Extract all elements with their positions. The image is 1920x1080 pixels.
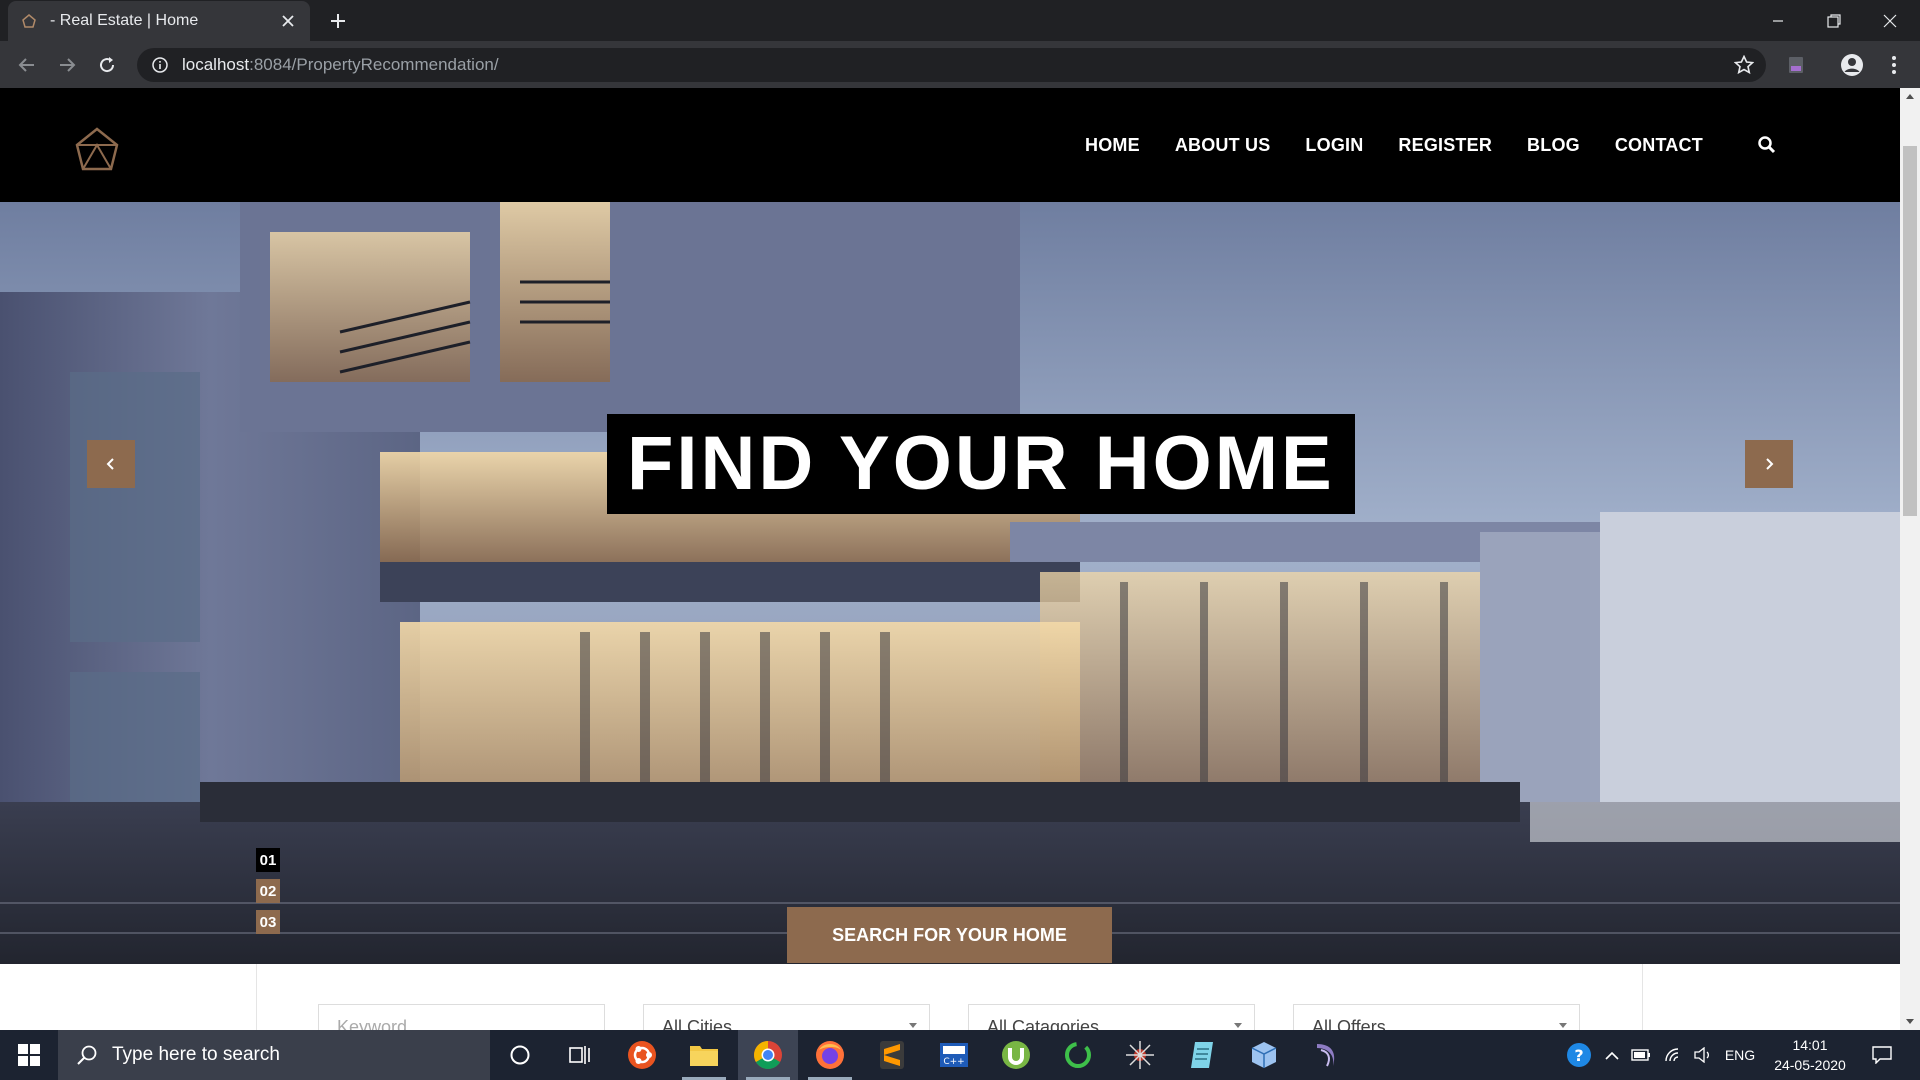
notifications-icon[interactable]: [1862, 1030, 1902, 1080]
home-favicon-icon: [20, 12, 38, 30]
scroll-down-icon[interactable]: [1906, 1019, 1914, 1024]
volume-icon[interactable]: [1690, 1030, 1716, 1080]
browser-toolbar: localhost:8084/PropertyRecommendation/: [0, 41, 1920, 88]
profile-avatar-icon[interactable]: [1840, 53, 1864, 77]
chrome-icon[interactable]: [738, 1030, 798, 1080]
nav-register[interactable]: REGISTER: [1398, 135, 1492, 156]
forward-icon[interactable]: [52, 50, 82, 80]
svg-text:C++: C++: [943, 1057, 964, 1067]
hero-title: FIND YOUR HOME: [607, 414, 1355, 514]
main-nav: HOME ABOUT US LOGIN REGISTER BLOG CONTAC…: [1085, 135, 1738, 156]
cortana-icon[interactable]: [490, 1030, 550, 1080]
clock[interactable]: 14:01 24-05-2020: [1760, 1035, 1860, 1075]
ubuntu-icon[interactable]: [612, 1030, 672, 1080]
scrollbar-thumb[interactable]: [1903, 146, 1917, 516]
task-view-icon[interactable]: [550, 1030, 610, 1080]
dropdown-caret-icon: [1559, 1023, 1567, 1028]
taskbar-search-box[interactable]: Type here to search: [58, 1030, 490, 1080]
browser-tab[interactable]: - Real Estate | Home: [8, 1, 310, 41]
offer-select-value: All Offers: [1312, 1017, 1386, 1030]
virtualbox-icon[interactable]: [1234, 1030, 1294, 1080]
chevron-right-icon: [1766, 458, 1774, 470]
dropdown-caret-icon: [909, 1023, 917, 1028]
clock-date: 24-05-2020: [1774, 1057, 1846, 1073]
spider-app-icon[interactable]: [1110, 1030, 1170, 1080]
keyword-input[interactable]: Keyword: [318, 1004, 605, 1030]
eclipse-icon[interactable]: [1296, 1030, 1356, 1080]
city-select-value: All Cities: [662, 1017, 733, 1030]
slide-dot[interactable]: 01: [256, 848, 280, 872]
browser-menu-icon[interactable]: [1882, 53, 1906, 77]
url-text: localhost:8084/PropertyRecommendation/: [182, 55, 499, 75]
reload-icon[interactable]: [92, 50, 122, 80]
hero-house-image: [0, 202, 1900, 964]
next-slide-button[interactable]: [1745, 440, 1793, 488]
notepad-icon[interactable]: [1172, 1030, 1232, 1080]
file-explorer-icon[interactable]: [674, 1030, 734, 1080]
tray-chevron-up-icon[interactable]: [1600, 1030, 1624, 1080]
site-header: HOME ABOUT US LOGIN REGISTER BLOG CONTAC…: [0, 88, 1900, 202]
city-select[interactable]: All Cities: [643, 1004, 930, 1030]
nav-contact[interactable]: CONTACT: [1615, 135, 1703, 156]
wifi-icon[interactable]: [1660, 1030, 1686, 1080]
clock-time: 14:01: [1792, 1037, 1828, 1053]
firefox-icon[interactable]: [800, 1030, 860, 1080]
utorrent-icon[interactable]: [986, 1030, 1046, 1080]
page-scrollbar[interactable]: [1900, 88, 1920, 1030]
address-bar[interactable]: localhost:8084/PropertyRecommendation/: [137, 48, 1766, 82]
nav-home[interactable]: HOME: [1085, 135, 1140, 156]
scroll-up-icon[interactable]: [1906, 94, 1914, 99]
page-viewport: HOME ABOUT US LOGIN REGISTER BLOG CONTAC…: [0, 88, 1900, 1030]
browser-tab-bar: - Real Estate | Home: [0, 0, 1920, 41]
restore-icon[interactable]: [1806, 0, 1862, 41]
devc-icon[interactable]: C++: [924, 1030, 984, 1080]
search-icon[interactable]: [1757, 135, 1779, 157]
battery-icon[interactable]: [1628, 1030, 1654, 1080]
svg-text:?: ?: [1574, 1046, 1583, 1065]
windows-taskbar: Type here to search C++ ? ENG 14:01 24-0…: [0, 1030, 1920, 1080]
back-icon[interactable]: [12, 50, 42, 80]
new-tab-icon[interactable]: [326, 9, 350, 33]
slide-dot[interactable]: 02: [256, 879, 280, 903]
slide-indicators: 01 02 03: [256, 848, 280, 941]
url-host: localhost: [182, 55, 250, 74]
url-path: :8084/PropertyRecommendation/: [249, 55, 499, 74]
language-indicator[interactable]: ENG: [1722, 1030, 1758, 1080]
dropdown-caret-icon: [1234, 1023, 1242, 1028]
nav-blog[interactable]: BLOG: [1527, 135, 1580, 156]
prev-slide-button[interactable]: [87, 440, 135, 488]
hero-slider: FIND YOUR HOME 01 02 03: [0, 202, 1900, 964]
offer-select[interactable]: All Offers: [1293, 1004, 1580, 1030]
pdf-extension-icon[interactable]: [1784, 53, 1808, 77]
taskbar-search-placeholder: Type here to search: [112, 1044, 280, 1065]
nav-login[interactable]: LOGIN: [1305, 135, 1363, 156]
windows-start-icon[interactable]: [0, 1030, 58, 1080]
category-select-value: All Catagories: [987, 1017, 1100, 1030]
minimize-icon[interactable]: [1750, 0, 1806, 41]
tab-title: - Real Estate | Home: [50, 12, 199, 29]
bookmark-star-icon[interactable]: [1733, 54, 1755, 75]
help-icon[interactable]: ?: [1562, 1030, 1596, 1080]
chevron-left-icon: [106, 458, 114, 470]
circle-app-icon[interactable]: [1048, 1030, 1108, 1080]
slide-dot[interactable]: 03: [256, 910, 280, 934]
close-window-icon[interactable]: [1862, 0, 1918, 41]
sublime-text-icon[interactable]: [862, 1030, 922, 1080]
close-tab-icon[interactable]: [278, 11, 298, 31]
site-info-icon[interactable]: [151, 56, 169, 74]
category-select[interactable]: All Catagories: [968, 1004, 1255, 1030]
search-for-your-home-button[interactable]: SEARCH FOR YOUR HOME: [787, 907, 1112, 963]
nav-about-us[interactable]: ABOUT US: [1175, 135, 1271, 156]
search-icon: [77, 1045, 97, 1065]
site-logo-icon[interactable]: [74, 126, 120, 172]
